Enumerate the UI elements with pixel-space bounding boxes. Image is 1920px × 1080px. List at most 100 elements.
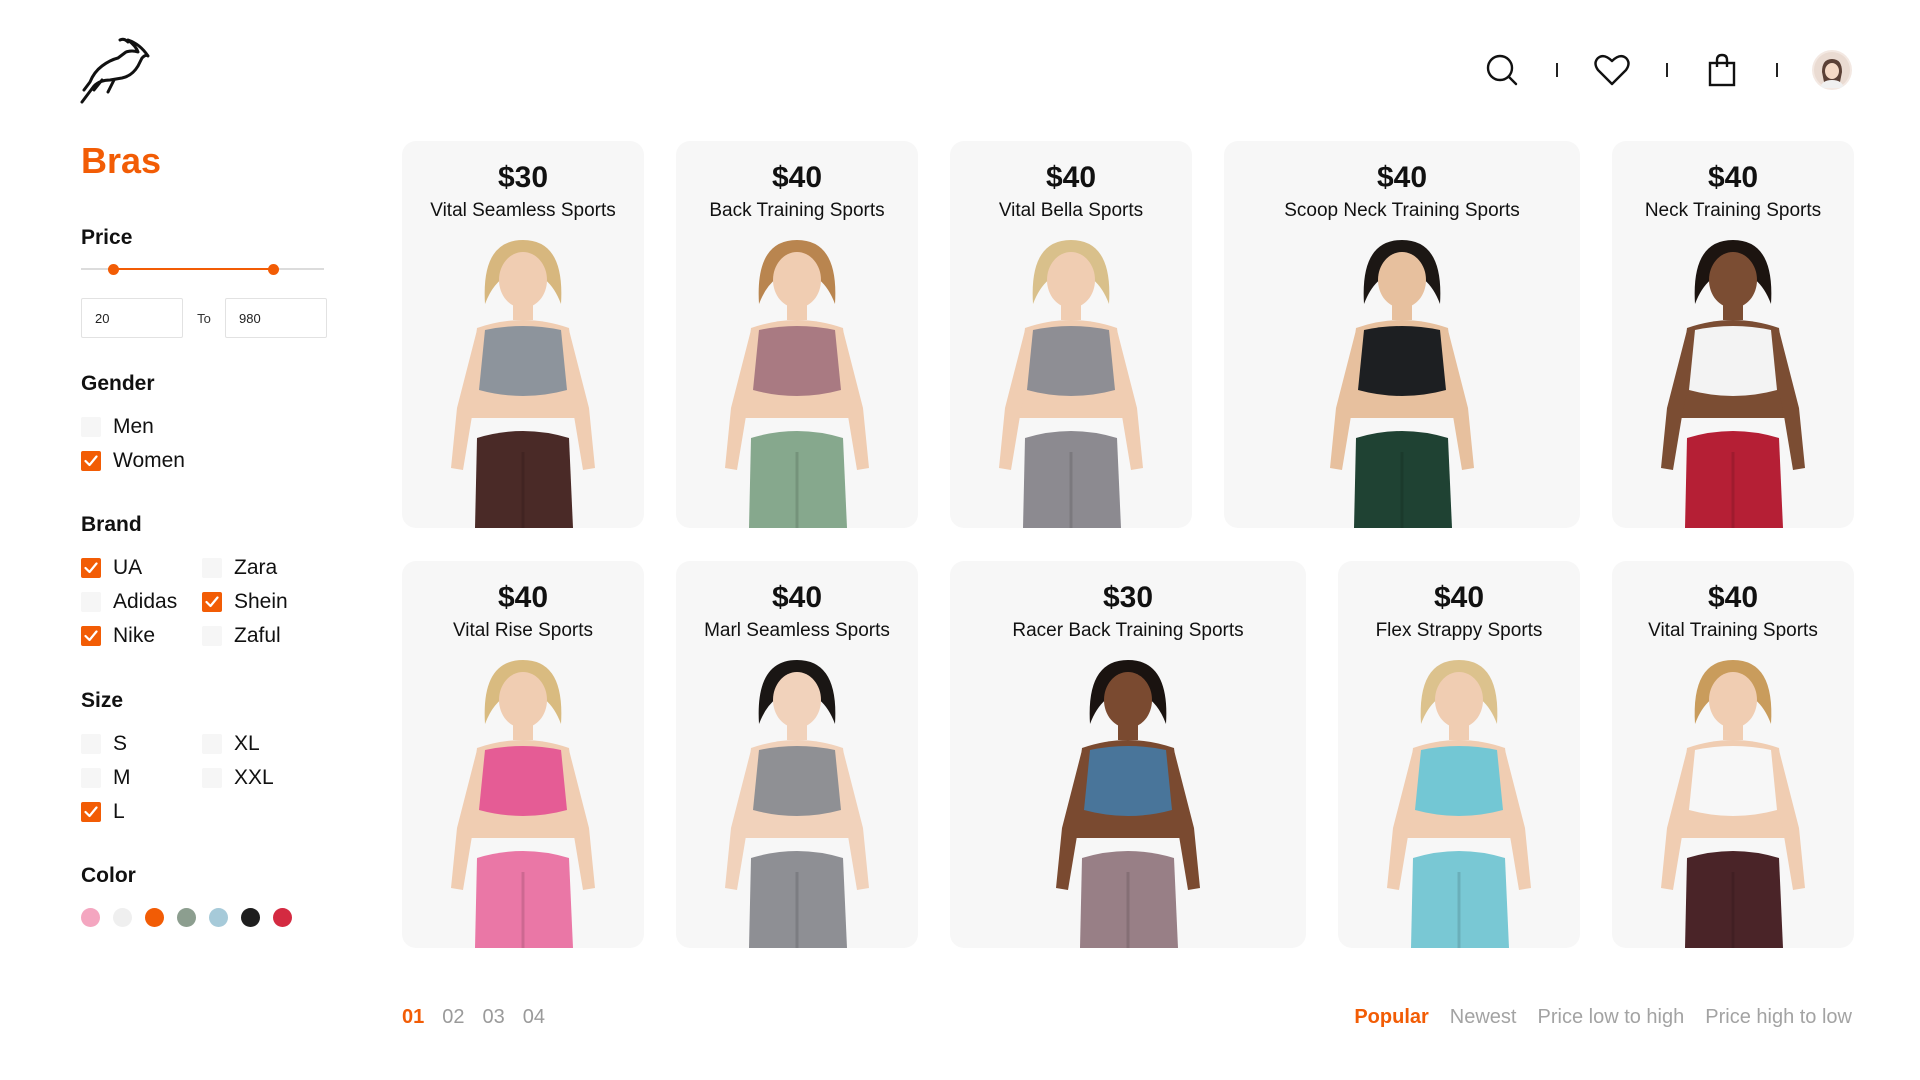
brand-option-adidas[interactable]: Adidas xyxy=(81,590,177,614)
product-model-image xyxy=(451,240,595,528)
brand-option-label: Nike xyxy=(113,624,156,647)
price-min-input[interactable] xyxy=(81,298,183,338)
page-03[interactable]: 03 xyxy=(483,1006,505,1029)
brand-option-label: Zara xyxy=(234,556,278,579)
product-price: $40 xyxy=(771,581,823,614)
sort-popular[interactable]: Popular xyxy=(1354,1006,1428,1029)
product-name: Marl Seamless Sports xyxy=(704,620,890,641)
brand-option-shein[interactable]: Shein xyxy=(202,590,288,614)
product-price: $40 xyxy=(1707,161,1759,194)
slider-max-handle[interactable] xyxy=(267,264,279,275)
product-model-image xyxy=(1661,240,1805,528)
check-icon xyxy=(84,455,98,467)
product-name: Neck Training Sports xyxy=(1644,200,1822,221)
product-name: Vital Training Sports xyxy=(1648,620,1818,641)
gender-option-women[interactable]: Women xyxy=(81,449,185,473)
product-name: Vital Seamless Sports xyxy=(430,200,616,221)
check-icon xyxy=(84,806,98,818)
product-card[interactable]: $40 Vital Training Sports xyxy=(1612,561,1854,948)
price-range-slider[interactable] xyxy=(81,262,324,276)
size-option-label: XXL xyxy=(234,766,274,789)
checkbox[interactable] xyxy=(81,592,101,612)
slider-min-handle[interactable] xyxy=(107,264,119,275)
checkbox[interactable] xyxy=(81,734,101,754)
brand-option-label: UA xyxy=(113,556,143,579)
search-icon[interactable] xyxy=(1482,50,1522,90)
slider-fill xyxy=(112,268,273,270)
product-name: Back Training Sports xyxy=(709,200,885,221)
brand-option-zara[interactable]: Zara xyxy=(202,556,277,580)
user-avatar[interactable] xyxy=(1812,50,1852,90)
pagination: 01 02 03 04 xyxy=(402,1006,563,1029)
gender-option-men[interactable]: Men xyxy=(81,415,154,439)
checkbox[interactable] xyxy=(81,558,101,578)
product-card[interactable]: $40 Scoop Neck Training Sports xyxy=(1224,141,1580,528)
product-card[interactable]: $40 Vital Rise Sports xyxy=(402,561,644,948)
sort-price-high-to-low[interactable]: Price high to low xyxy=(1705,1006,1852,1029)
color-filter-title: Color xyxy=(81,864,136,887)
product-name: Vital Bella Sports xyxy=(998,200,1144,221)
size-option-xxl[interactable]: XXL xyxy=(202,766,274,790)
checkbox[interactable] xyxy=(81,802,101,822)
sort-options: Popular Newest Price low to high Price high… xyxy=(1333,1006,1852,1029)
gazelle-logo-icon xyxy=(80,37,150,104)
size-option-label: S xyxy=(113,732,128,755)
color-swatch[interactable] xyxy=(209,908,228,927)
header-actions xyxy=(1482,50,1852,90)
checkbox[interactable] xyxy=(202,768,222,788)
product-card[interactable]: $40 Marl Seamless Sports xyxy=(676,561,918,948)
color-swatch[interactable] xyxy=(241,908,260,927)
page-02[interactable]: 02 xyxy=(442,1006,464,1029)
product-card[interactable]: $40 Vital Bella Sports xyxy=(950,141,1192,528)
color-swatch[interactable] xyxy=(81,908,100,927)
product-card[interactable]: $30 Racer Back Training Sports xyxy=(950,561,1306,948)
brand-option-nike[interactable]: Nike xyxy=(81,624,155,648)
checkbox[interactable] xyxy=(202,734,222,754)
color-swatch[interactable] xyxy=(273,908,292,927)
brand-option-ua[interactable]: UA xyxy=(81,556,142,580)
product-price: $40 xyxy=(1433,581,1485,614)
color-swatch[interactable] xyxy=(177,908,196,927)
product-name: Scoop Neck Training Sports xyxy=(1284,200,1520,221)
divider xyxy=(1666,63,1668,77)
color-swatch[interactable] xyxy=(113,908,132,927)
checkbox[interactable] xyxy=(81,768,101,788)
product-name: Racer Back Training Sports xyxy=(1012,620,1244,641)
checkbox[interactable] xyxy=(81,417,101,437)
heart-icon[interactable] xyxy=(1592,50,1632,90)
checkbox[interactable] xyxy=(202,558,222,578)
sort-price-low-to-high[interactable]: Price low to high xyxy=(1538,1006,1685,1029)
product-card[interactable]: $40 Flex Strappy Sports xyxy=(1338,561,1580,948)
check-icon xyxy=(84,562,98,574)
product-model-image xyxy=(725,660,869,948)
product-model-image xyxy=(1661,660,1805,948)
product-card[interactable]: $40 Back Training Sports xyxy=(676,141,918,528)
size-option-xl[interactable]: XL xyxy=(202,732,260,756)
checkbox[interactable] xyxy=(202,592,222,612)
size-option-l[interactable]: L xyxy=(81,800,125,824)
brand-option-label: Shein xyxy=(234,590,288,613)
brand-option-zaful[interactable]: Zaful xyxy=(202,624,281,648)
check-icon xyxy=(84,630,98,642)
checkbox[interactable] xyxy=(81,451,101,471)
product-price: $30 xyxy=(1102,581,1154,614)
color-swatch[interactable] xyxy=(145,908,164,927)
size-option-m[interactable]: M xyxy=(81,766,131,790)
price-max-input[interactable] xyxy=(225,298,327,338)
product-card[interactable]: $30 Vital Seamless Sports xyxy=(402,141,644,528)
product-model-image xyxy=(451,660,595,948)
page-04[interactable]: 04 xyxy=(523,1006,545,1029)
category-title: Bras xyxy=(81,140,162,181)
checkbox[interactable] xyxy=(81,626,101,646)
size-option-s[interactable]: S xyxy=(81,732,127,756)
product-model-image xyxy=(1056,660,1200,948)
brand-option-label: Adidas xyxy=(113,590,178,613)
checkbox[interactable] xyxy=(202,626,222,646)
product-card[interactable]: $40 Neck Training Sports xyxy=(1612,141,1854,528)
product-model-image xyxy=(1330,240,1474,528)
shopping-bag-icon[interactable] xyxy=(1702,50,1742,90)
product-price: $40 xyxy=(1707,581,1759,614)
page-01[interactable]: 01 xyxy=(402,1006,424,1029)
brand-logo[interactable] xyxy=(80,36,150,106)
sort-newest[interactable]: Newest xyxy=(1450,1006,1517,1029)
